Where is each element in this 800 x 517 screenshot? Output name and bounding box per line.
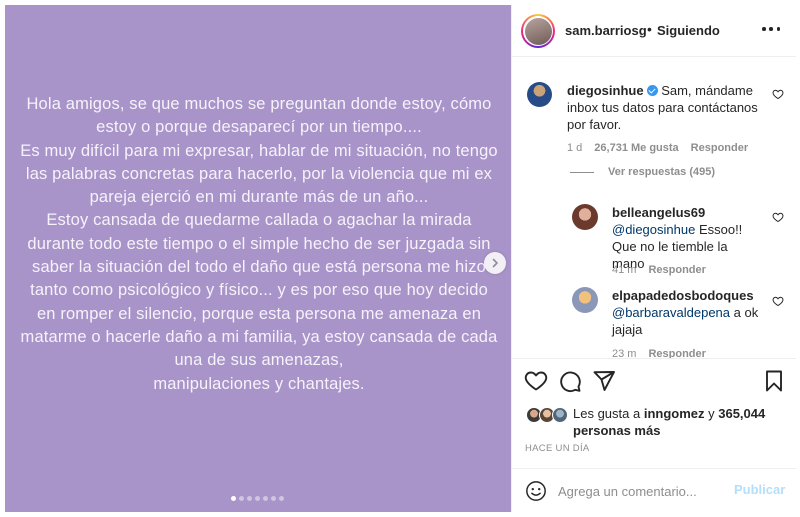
comment-meta: 23 m Responder [612,348,706,358]
carousel-dot [247,496,252,501]
instagram-post-view: Hola amigos, se que muchos se preguntan … [0,0,800,517]
emoji-icon[interactable] [525,480,547,502]
commenter-avatar[interactable] [572,287,598,313]
comment: elpapadedosbodoques @barbaravaldepena a … [612,287,767,338]
author-avatar[interactable] [521,14,555,48]
action-bar [512,358,796,398]
carousel-dot [255,496,260,501]
carousel-dot-active [231,496,236,501]
carousel-dot [271,496,276,501]
comment-time[interactable]: 23 m [612,348,636,358]
reply-button[interactable]: Responder [648,264,705,276]
next-image-button[interactable] [484,252,506,274]
bookmark-icon[interactable] [762,369,786,393]
commenter-avatar[interactable] [527,82,552,107]
comment-time[interactable]: 1 d [567,142,582,154]
view-replies-label: Ver respuestas (495) [608,166,716,178]
likes-prefix: Les gusta a [573,406,644,421]
divider-line [570,171,594,173]
story-paragraph: Hola amigos, se que muchos se preguntan … [26,95,492,137]
story-text: Hola amigos, se que muchos se preguntan … [19,93,499,396]
heart-icon[interactable] [772,211,784,223]
comment-mention[interactable]: @barbaravaldepena [612,305,730,320]
comment-username[interactable]: diegosinhue [567,83,644,98]
heart-icon[interactable] [772,88,784,100]
likes-middle: y [704,406,719,421]
chevron-right-icon [492,258,498,268]
comment-likes[interactable]: 26,731 Me gusta [594,142,678,154]
following-button[interactable]: Siguiendo [657,23,720,38]
post-image[interactable]: Hola amigos, se que muchos se preguntan … [5,5,511,512]
send-icon[interactable] [592,369,616,393]
more-options-button[interactable] [762,19,780,39]
more-horizontal-icon [762,27,766,31]
story-paragraph: Es muy difícil para mi expresar, hablar … [20,141,498,207]
post-header: sam.barriosg • Siguiendo [512,5,796,57]
comment-meta: 1 d 26,731 Me gusta Responder [567,142,748,154]
comment: belleangelus69 @diegosinhue Essoo!! Que … [612,204,762,272]
comments-list: diegosinhue Sam, mándame inbox tus datos… [512,58,796,358]
carousel-indicator [231,496,284,501]
verified-badge-icon [646,85,658,96]
liker-username[interactable]: inngomez [644,406,705,421]
comment: diegosinhue Sam, mándame inbox tus datos… [567,82,772,133]
reply-button[interactable]: Responder [691,142,748,154]
liker-avatar [552,407,568,423]
carousel-dot [263,496,268,501]
heart-icon[interactable] [524,369,548,393]
comment-meta: 41 m Responder [612,264,706,276]
carousel-dot [279,496,284,501]
commenter-avatar[interactable] [572,204,598,230]
story-paragraph: Estoy cansada de quedarme callada o agac… [20,211,498,370]
story-paragraph: manipulaciones y chantajes. [153,374,365,393]
comment-mention[interactable]: @diegosinhue [612,222,695,237]
reply-button[interactable]: Responder [648,348,705,358]
liker-avatars [524,407,574,423]
heart-icon[interactable] [772,295,784,307]
comment-icon[interactable] [558,369,582,393]
separator-dot: • [647,21,652,37]
likes-text: Les gusta a inngomez y 365,044 personas … [573,405,793,439]
comment-bar: Publicar [512,468,796,512]
view-replies-button[interactable]: Ver respuestas (495) [570,166,715,178]
author-username[interactable]: sam.barriosg [565,23,647,38]
post-side-panel: sam.barriosg • Siguiendo diegosinhue Sam… [511,5,796,512]
carousel-dot [239,496,244,501]
comment-time[interactable]: 41 m [612,264,636,276]
comment-username[interactable]: belleangelus69 [612,205,705,220]
post-timestamp[interactable]: HACE UN DÍA [525,443,590,454]
comment-input[interactable] [558,481,728,501]
comment-username[interactable]: elpapadedosbodoques [612,288,754,303]
publish-button[interactable]: Publicar [734,482,785,497]
